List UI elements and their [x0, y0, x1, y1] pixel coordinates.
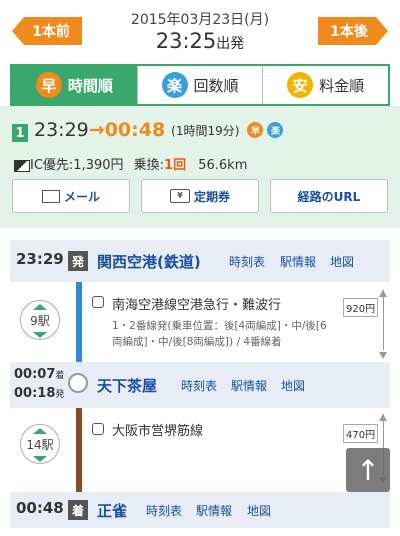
- station-row-3: 00:48 着 正雀 時刻表 駅情報 地図: [10, 492, 390, 528]
- train-icon: [92, 423, 104, 435]
- next-train-label: 1本後: [330, 24, 368, 40]
- duration: (1時間19分): [171, 123, 240, 138]
- arrive-tag: 着: [55, 371, 65, 381]
- station-time: 00:48: [16, 499, 64, 517]
- route-number: 1: [12, 124, 28, 142]
- station-row-1: 23:29 発 関西空港(鉄道) 時刻表 駅情報 地図: [10, 240, 390, 282]
- route-summary: 1 23:29 → 00:48 (1時間19分) 早 楽 IC優先:1,390円 乗…: [0, 106, 400, 228]
- transfer-circle-icon: [68, 373, 88, 393]
- tab-fare-order[interactable]: 安 料金順: [262, 66, 389, 104]
- timetable-link[interactable]: 時刻表: [146, 502, 182, 519]
- fast-badge-icon: 早: [247, 122, 264, 138]
- map-link[interactable]: 地図: [281, 377, 305, 394]
- fare-arrow-down-icon: [379, 352, 387, 359]
- easy-icon: 楽: [161, 72, 188, 98]
- stops-count-label: 9駅: [30, 313, 50, 328]
- tab-fare-order-label: 料金順: [319, 76, 365, 95]
- stops-count-label: 14駅: [26, 437, 54, 452]
- station-name-link[interactable]: 正雀: [97, 500, 127, 521]
- easy-badge-icon: 楽: [267, 122, 284, 138]
- cheap-icon: 安: [287, 72, 314, 98]
- next-train-button[interactable]: 1本後: [318, 17, 388, 45]
- arrive-tag: 着: [68, 500, 88, 520]
- depart-tag: 発: [68, 251, 88, 271]
- search-mode: 出発: [216, 36, 245, 52]
- pass-icon: ¥: [169, 189, 190, 203]
- route-time-line: 23:29 → 00:48 (1時間19分) 早 楽: [34, 119, 284, 141]
- train-icon: [92, 296, 104, 308]
- route-url-label: 経路のURL: [297, 189, 361, 204]
- mail-icon: [41, 189, 60, 203]
- timetable-link[interactable]: 時刻表: [229, 253, 265, 270]
- fare-arrow-up-icon: [379, 414, 387, 421]
- expand-down-icon: [33, 332, 47, 338]
- station-info-link[interactable]: 駅情報: [231, 377, 267, 394]
- timetable-link[interactable]: 時刻表: [181, 377, 217, 394]
- train-detail: 1・2番線発(乗車位置：後[4両編成]・中/後[6両編成]・中/後[8両編成])…: [112, 320, 327, 348]
- mail-button-label: メール: [63, 189, 100, 204]
- map-link[interactable]: 地図: [247, 502, 271, 519]
- train-line-name: 南海空港線空港急行・難波行: [112, 298, 282, 313]
- station-row-2: 00:07着 00:18発 天下茶屋 時刻表 駅情報 地図: [10, 362, 390, 408]
- segment-fare: 920円: [343, 298, 379, 317]
- arrival-time: 00:07: [14, 367, 56, 382]
- station-name-link[interactable]: 関西空港(鉄道): [97, 251, 201, 272]
- train-line-name: 大阪市営堺筋線: [112, 424, 204, 439]
- tab-time-order[interactable]: 早 時間順: [12, 66, 137, 104]
- line-segment-1: [76, 270, 82, 362]
- fare-range-line: [383, 290, 384, 350]
- commuter-pass-label: 定期券: [193, 189, 230, 204]
- ic-card-icon: [14, 159, 30, 172]
- depart-time: 23:29: [34, 119, 89, 141]
- expand-up-icon: [33, 428, 47, 434]
- expand-up-icon: [33, 304, 47, 310]
- transfer-label: 乗換:: [133, 158, 165, 173]
- fare-arrow-up-icon: [379, 290, 387, 297]
- arrow-up-icon: ↑: [356, 453, 380, 487]
- expand-down-icon: [33, 456, 47, 462]
- arrival-time-line: 00:07着: [14, 367, 64, 382]
- sort-tabs: 早 時間順 楽 回数順 安 料金順: [10, 64, 390, 106]
- departure-time-line: 00:18発: [14, 386, 64, 401]
- arrive-time: 00:48: [104, 119, 166, 141]
- line-segment-2: [76, 396, 82, 492]
- tab-transfer-order[interactable]: 楽 回数順: [136, 66, 263, 104]
- search-time-value: 23:25: [155, 29, 217, 53]
- station-time: 23:29: [16, 250, 64, 268]
- transfer-count: 1回: [164, 158, 187, 173]
- fast-icon: 早: [35, 72, 62, 98]
- tab-time-order-label: 時間順: [67, 76, 113, 95]
- distance: 56.6km: [198, 158, 248, 173]
- departure-time: 00:18: [14, 386, 56, 401]
- fare-text: IC優先:1,390円: [30, 158, 124, 173]
- arrow-icon: →: [88, 119, 105, 141]
- route-url-button[interactable]: 経路のURL: [270, 179, 388, 213]
- mail-button[interactable]: メール: [12, 179, 130, 213]
- segment-fare: 470円: [343, 424, 379, 443]
- depart-tag: 発: [55, 390, 65, 400]
- scroll-to-top-button[interactable]: ↑: [346, 448, 390, 492]
- fare-info: IC優先:1,390円 乗換:1回 56.6km: [14, 154, 247, 173]
- tab-transfer-order-label: 回数順: [193, 76, 239, 95]
- commuter-pass-button[interactable]: ¥ 定期券: [141, 179, 259, 213]
- map-link[interactable]: 地図: [330, 253, 354, 270]
- station-name-link[interactable]: 天下茶屋: [97, 375, 157, 396]
- station-info-link[interactable]: 駅情報: [280, 253, 316, 270]
- station-info-link[interactable]: 駅情報: [196, 502, 232, 519]
